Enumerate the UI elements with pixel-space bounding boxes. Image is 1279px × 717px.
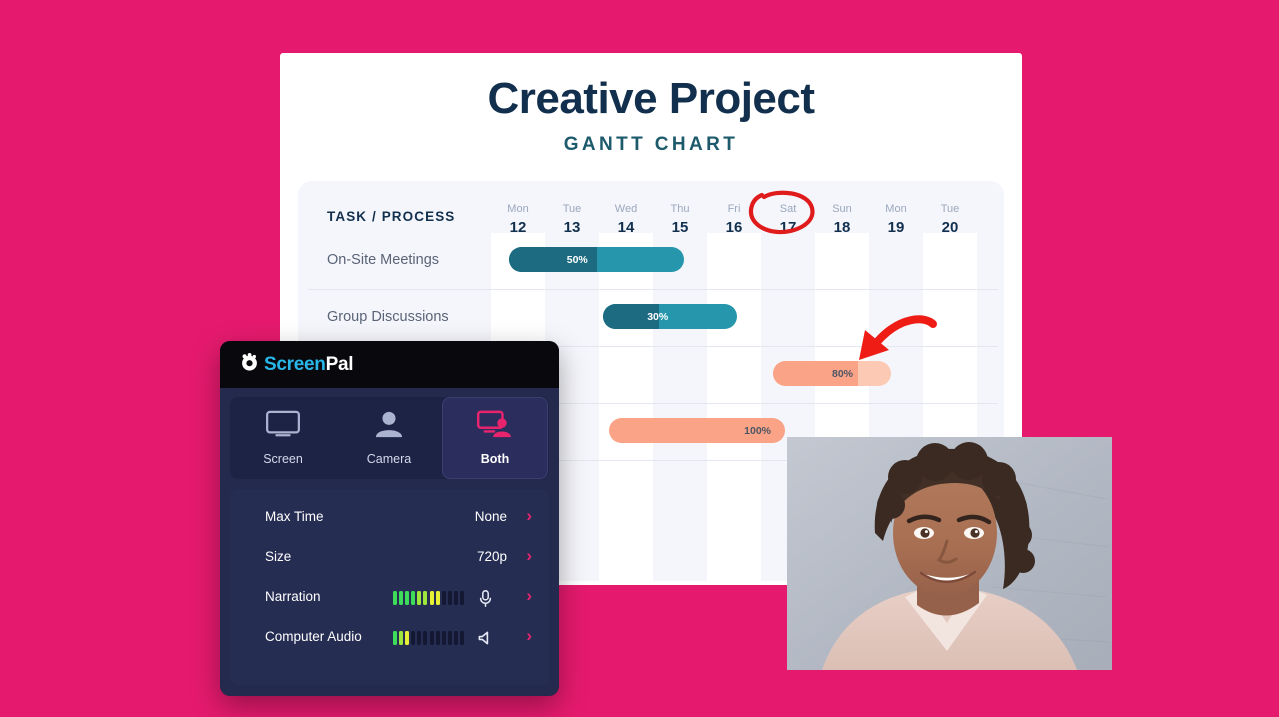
tab-both-label: Both — [480, 452, 510, 466]
meter-segment — [441, 591, 446, 605]
day-column-header: Mon 19 — [869, 201, 923, 237]
gantt-bar[interactable]: 80% — [773, 361, 891, 386]
tab-camera[interactable]: Camera — [336, 397, 442, 479]
day-column-header: Fri 16 — [707, 201, 761, 237]
task-column-header: TASK / PROCESS — [327, 209, 456, 224]
gantt-bar[interactable]: 100% — [609, 418, 785, 443]
task-row: Group Discussions 30% — [298, 290, 1004, 347]
day-column-header: Sat 17 — [761, 201, 815, 237]
day-of-week: Mon — [507, 203, 529, 215]
tab-both[interactable]: Both — [442, 397, 548, 479]
day-of-week: Tue — [940, 203, 960, 215]
meter-segment — [453, 631, 458, 645]
meter-segment — [417, 591, 422, 605]
gantt-header-row: TASK / PROCESS Mon 12 Tue 13 Wed 14 Thu 15 Fri 16… — [298, 181, 1004, 236]
day-column-header: Wed 14 — [599, 201, 653, 237]
page-title: Creative Project — [487, 74, 815, 123]
gantt-bar[interactable]: 30% — [603, 304, 737, 329]
chevron-right-icon[interactable]: › — [526, 627, 532, 644]
microphone-icon[interactable] — [477, 589, 494, 612]
setting-label: Max Time — [265, 509, 324, 524]
gantt-bar-percent: 30% — [647, 310, 669, 323]
day-of-week: Fri — [727, 203, 741, 215]
meter-segment — [435, 631, 440, 645]
screenpal-titlebar: ScreenPal — [220, 341, 559, 388]
day-column-header: Sun 18 — [815, 201, 869, 237]
audio-level-meter — [393, 591, 465, 605]
setting-label: Narration — [265, 589, 321, 604]
meter-segment — [447, 631, 452, 645]
settings-row-narration[interactable]: Narration › — [230, 578, 549, 618]
setting-label: Size — [265, 549, 292, 564]
setting-label: Computer Audio — [265, 629, 362, 644]
day-of-week: Wed — [614, 203, 638, 215]
task-label: On-Site Meetings — [327, 252, 440, 268]
settings-row-computer-audio[interactable]: Computer Audio › — [230, 618, 549, 658]
meter-segment — [435, 591, 440, 605]
gantt-bar-percent: 100% — [744, 424, 771, 437]
tab-screen-label: Screen — [263, 452, 303, 466]
meter-segment — [393, 631, 397, 645]
meter-segment — [417, 631, 422, 645]
meter-segment — [399, 591, 404, 605]
tab-camera-label: Camera — [366, 452, 412, 466]
settings-row-max-time[interactable]: Max Time None › — [230, 498, 549, 538]
day-of-week: Mon — [885, 203, 907, 215]
setting-value: None — [474, 509, 507, 524]
aperture-icon — [240, 353, 259, 377]
chevron-right-icon[interactable]: › — [526, 547, 532, 564]
task-row: On-Site Meetings 50% — [298, 233, 1004, 290]
logo-text-screen: Screen — [264, 354, 326, 375]
settings-list: Max Time None › Size 720p › Narration › Computer… — [230, 489, 549, 685]
meter-segment — [453, 591, 458, 605]
logo-text-pal: Pal — [325, 354, 354, 375]
screenpal-logo: ScreenPal — [240, 353, 353, 377]
meter-segment — [405, 591, 410, 605]
meter-segment — [460, 591, 465, 605]
chevron-right-icon[interactable]: › — [526, 507, 532, 524]
gantt-bar-percent: 80% — [832, 367, 854, 380]
tab-screen[interactable]: Screen — [230, 397, 336, 479]
meter-segment — [429, 591, 434, 605]
monitor-person-icon — [476, 410, 514, 443]
day-of-week: Sun — [832, 203, 852, 215]
screenpal-recorder-panel: ScreenPal Screen Camera Both Max Time No… — [220, 341, 559, 696]
page-subtitle: GANTT CHART — [563, 134, 739, 156]
day-column-header: Tue 13 — [545, 201, 599, 237]
meter-segment — [447, 591, 452, 605]
chevron-right-icon[interactable]: › — [526, 587, 532, 604]
meter-segment — [423, 591, 428, 605]
day-column-header: Mon 12 — [491, 201, 545, 237]
meter-segment — [399, 631, 404, 645]
webcam-preview — [787, 437, 1112, 670]
meter-segment — [411, 591, 416, 605]
day-of-week: Sat — [779, 203, 797, 215]
meter-segment — [429, 631, 434, 645]
day-of-week: Tue — [562, 203, 582, 215]
meter-segment — [423, 631, 428, 645]
meter-segment — [441, 631, 446, 645]
day-column-header: Tue 20 — [923, 201, 977, 237]
meter-segment — [405, 631, 410, 645]
speaker-icon[interactable] — [477, 629, 494, 652]
monitor-icon — [265, 410, 301, 443]
capture-mode-tabs: Screen Camera Both — [230, 397, 549, 479]
gantt-bar-percent: 50% — [566, 253, 588, 266]
task-label: Group Discussions — [327, 309, 449, 325]
setting-value: 720p — [476, 549, 507, 564]
meter-segment — [460, 631, 465, 645]
screenpal-wordmark: ScreenPal — [264, 354, 353, 376]
day-of-week: Thu — [670, 203, 690, 215]
gantt-bar[interactable]: 50% — [509, 247, 684, 272]
person-icon — [371, 410, 407, 443]
meter-segment — [393, 591, 397, 605]
audio-level-meter — [393, 631, 465, 645]
day-column-header: Thu 15 — [653, 201, 707, 237]
settings-row-size[interactable]: Size 720p › — [230, 538, 549, 578]
meter-segment — [411, 631, 416, 645]
